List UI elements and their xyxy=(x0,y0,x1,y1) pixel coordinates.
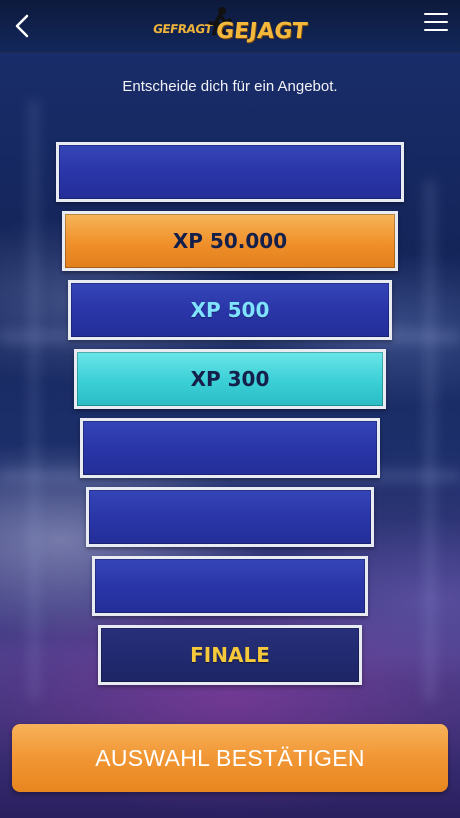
hamburger-menu-icon xyxy=(424,13,448,31)
menu-button[interactable] xyxy=(424,13,448,35)
ladder-step-7[interactable] xyxy=(92,556,368,616)
ladder-step-offer-low[interactable]: XP 300 xyxy=(74,349,386,409)
app-logo: GEFRAGT GEJAGT xyxy=(152,6,308,48)
ladder-step-1[interactable] xyxy=(56,142,404,202)
ladder-step-finale: FINALE xyxy=(98,625,362,685)
studio-background xyxy=(0,0,460,818)
instruction-text: Entscheide dich für ein Angebot. xyxy=(122,78,338,95)
ladder-step-offer-mid[interactable]: XP 500 xyxy=(68,280,392,340)
top-bar: GEFRAGT GEJAGT xyxy=(0,0,460,53)
confirm-selection-button[interactable]: AUSWAHL BESTÄTIGEN xyxy=(12,724,448,792)
ladder-step-5[interactable] xyxy=(80,418,380,478)
logo-small-text: GEFRAGT xyxy=(151,22,214,36)
ladder-step-6[interactable] xyxy=(86,487,374,547)
ladder-step-offer-high[interactable]: XP 50.000 xyxy=(62,211,398,271)
chevron-left-icon xyxy=(15,14,29,38)
back-button[interactable] xyxy=(8,10,36,42)
logo-large-text: GEJAGT xyxy=(214,19,309,44)
